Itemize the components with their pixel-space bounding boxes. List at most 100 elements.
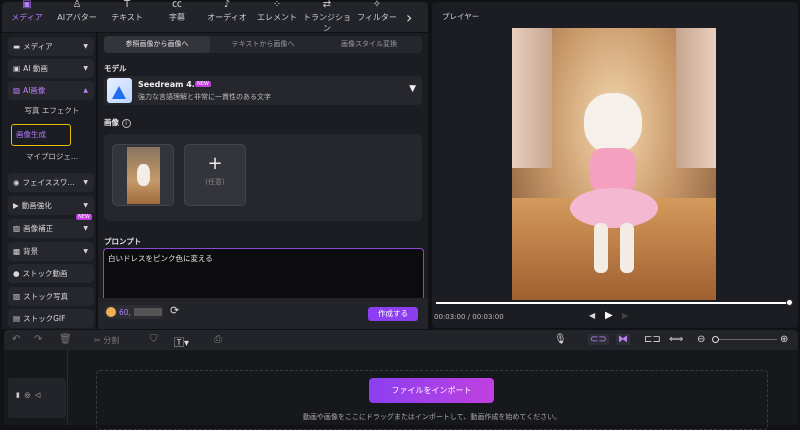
model-label: モデル bbox=[104, 64, 127, 73]
chevron-icon: ▼ bbox=[83, 202, 88, 209]
refresh-icon[interactable]: ⟳ bbox=[170, 304, 179, 317]
export-frame-icon[interactable]: ⎙ bbox=[214, 334, 222, 345]
sidebar-item-0[interactable]: ▬ メディア ▼ bbox=[8, 37, 94, 56]
drop-hint: 動画や画像をここにドラッグまたはインポートして、動画作成を始めてください。 bbox=[302, 413, 562, 421]
chevron-icon: ▼ bbox=[83, 248, 88, 255]
progress-bar[interactable] bbox=[436, 299, 793, 306]
avatar-icon: ♙ bbox=[72, 0, 82, 10]
sidebar-item-9[interactable]: ▩ 背景 ▼ bbox=[8, 242, 94, 261]
sidebar-label: 動画強化 bbox=[21, 201, 52, 210]
sidebar-label: ストック写真 bbox=[23, 292, 69, 301]
sidebar-icon: ▬ bbox=[13, 42, 21, 51]
play-icon[interactable]: ▶ bbox=[605, 310, 613, 321]
preview-frame bbox=[512, 28, 716, 300]
transition-icon: ⇄ bbox=[322, 0, 332, 10]
media-icon: ▣ bbox=[22, 0, 32, 10]
sidebar-item-4[interactable]: 画像生成 bbox=[11, 124, 71, 146]
sidebar-item-6[interactable]: ◉ フェイススワ... ▼ bbox=[8, 173, 94, 192]
timeline-toolbar: ↶ ↷ 🗑 ✂ 分割 ⛉ 🅃▾ ⎙ 🎙 ⊂⊃ ⧓ ⊏⊐ ⟺ ⊖ ⊕ bbox=[4, 330, 798, 350]
sidebar-icon: ▩ bbox=[13, 247, 21, 256]
drop-zone[interactable]: ファイルをインポート 動画や画像をここにドラッグまたはインポートして、動画作成を… bbox=[96, 370, 768, 430]
sidebar-item-8[interactable]: ▨ 画像補正 ▼ NEW bbox=[8, 214, 94, 238]
link-icon[interactable]: ⊂⊃ bbox=[588, 334, 609, 345]
eye-icon[interactable]: ◎ bbox=[24, 391, 30, 399]
nav-tab-6[interactable]: ⇄ トランジション bbox=[302, 0, 352, 34]
coin-icon bbox=[106, 307, 116, 317]
nav-tab-label: テキスト bbox=[111, 13, 143, 22]
sidebar-item-5[interactable]: マイプロジェ... bbox=[12, 151, 92, 162]
sidebar-item-7[interactable]: ▶ 動画強化 ▼ bbox=[8, 196, 94, 215]
nav-tab-label: フィルター bbox=[357, 13, 397, 22]
top-nav: ▣ メディア ♙ AIアバター T テキスト㏄字幕 ♪ オーディオ ⁘ エレメント ⇄ トランジション… bbox=[2, 0, 428, 34]
split-button[interactable]: ✂ 分割 bbox=[94, 335, 119, 346]
fit-icon[interactable]: ⟺ bbox=[669, 334, 683, 345]
sidebar-icon: ▶ bbox=[13, 201, 19, 210]
model-name: Seedream 4.0 bbox=[138, 80, 201, 89]
delete-icon[interactable]: 🗑 bbox=[59, 334, 72, 345]
nav-tab-3[interactable]: ㏄字幕 bbox=[152, 0, 202, 34]
create-button[interactable]: 作成する bbox=[368, 307, 418, 321]
sidebar-icon: ▨ bbox=[13, 224, 21, 233]
sidebar-icon: ◉ bbox=[13, 178, 20, 187]
progress-handle[interactable] bbox=[786, 299, 793, 306]
redo-icon[interactable]: ↷ bbox=[34, 334, 42, 345]
marker-icon[interactable]: ⛉ bbox=[150, 334, 158, 345]
sidebar-label: 画像補正 bbox=[23, 224, 54, 233]
sidebar-item-1[interactable]: ▣ AI 動画 ▼ bbox=[8, 59, 94, 78]
lock-icon[interactable]: ▮ bbox=[16, 391, 20, 399]
nav-tab-1[interactable]: ♙ AIアバター bbox=[52, 0, 102, 34]
plus-icon: + bbox=[207, 153, 223, 174]
magnet-icon[interactable]: ⧓ bbox=[616, 334, 630, 345]
text-tool-icon[interactable]: 🅃▾ bbox=[174, 334, 189, 349]
nav-tab-label: メディア bbox=[11, 13, 43, 22]
nav-tab-4[interactable]: ♪ オーディオ bbox=[202, 0, 252, 34]
split-clip-icon[interactable]: ⊏⊐ bbox=[644, 334, 661, 345]
model-description: 強力な言語理解と非常に一貫性のある文字 bbox=[138, 93, 271, 101]
add-image-button[interactable]: + (任意) bbox=[184, 144, 246, 206]
info-icon[interactable]: i bbox=[121, 119, 131, 128]
sidebar-item-10[interactable]: ● ストック動画 bbox=[8, 264, 94, 283]
filter-icon: ✧ bbox=[372, 0, 382, 10]
nav-tab-7[interactable]: ✧ フィルター bbox=[352, 0, 402, 34]
text-icon: T bbox=[123, 0, 131, 10]
nav-tab-2[interactable]: T テキスト bbox=[102, 0, 152, 34]
sidebar-item-12[interactable]: ▤ ストックGIF bbox=[8, 309, 94, 328]
player-panel: プレイヤー 00:03:00 / 00:03:00 ◀ ▶ ▶ bbox=[432, 2, 798, 328]
zoom-out-icon[interactable]: ⊖ bbox=[697, 334, 705, 345]
reference-image-thumb[interactable] bbox=[112, 144, 174, 206]
tab-text-to-image[interactable]: テキストから画像へ bbox=[210, 36, 316, 53]
microphone-icon[interactable]: 🎙 bbox=[554, 334, 567, 345]
prev-frame-icon[interactable]: ◀ bbox=[589, 311, 595, 320]
player-title: プレイヤー bbox=[442, 12, 480, 21]
ai-image-panel: 参照画像から画像へ テキストから画像へ 画像スタイル変換 モデル Seedrea… bbox=[98, 33, 428, 329]
tab-image-to-image[interactable]: 参照画像から画像へ bbox=[104, 36, 210, 53]
prompt-input[interactable]: 白いドレスをピンク色に変える bbox=[103, 248, 424, 298]
nav-tab-label: オーディオ bbox=[207, 13, 247, 22]
dropdown-icon: ▼ bbox=[409, 84, 416, 94]
nav-tab-5[interactable]: ⁘ エレメント bbox=[252, 0, 302, 34]
sidebar-item-2[interactable]: ▨ AI画像 ▲ bbox=[8, 81, 94, 100]
image-label-text: 画像 bbox=[104, 118, 119, 127]
import-file-button[interactable]: ファイルをインポート bbox=[369, 378, 494, 403]
zoom-slider[interactable] bbox=[712, 336, 777, 343]
sidebar-label: 背景 bbox=[23, 247, 39, 256]
new-badge: NEW bbox=[76, 214, 92, 220]
chevron-icon: ▼ bbox=[83, 179, 88, 186]
nav-tab-0[interactable]: ▣ メディア bbox=[2, 0, 52, 34]
image-label: 画像 i bbox=[104, 117, 131, 128]
tab-style-transfer[interactable]: 画像スタイル変換 bbox=[316, 36, 422, 53]
caption-icon: ㏄ bbox=[172, 0, 182, 10]
next-frame-icon[interactable]: ▶ bbox=[622, 311, 628, 320]
chevron-icon: ▼ bbox=[83, 65, 88, 72]
sidebar-icon: ● bbox=[13, 269, 20, 278]
sidebar-item-11[interactable]: ▨ ストック写真 bbox=[8, 287, 94, 306]
model-logo-icon bbox=[107, 78, 132, 103]
sidebar-label: AI 動画 bbox=[23, 64, 48, 73]
undo-icon[interactable]: ↶ bbox=[12, 334, 20, 345]
nav-more-arrow[interactable]: › bbox=[406, 8, 412, 27]
speaker-icon[interactable]: ◁ bbox=[35, 391, 40, 399]
model-selector[interactable]: Seedream 4.0 NEW 強力な言語理解と非常に一貫性のある文字 ▼ bbox=[104, 76, 422, 105]
zoom-in-icon[interactable]: ⊕ bbox=[780, 334, 788, 345]
sidebar-item-3[interactable]: 写真 エフェクト bbox=[12, 105, 92, 116]
sidebar-icon: ▨ bbox=[13, 292, 21, 301]
